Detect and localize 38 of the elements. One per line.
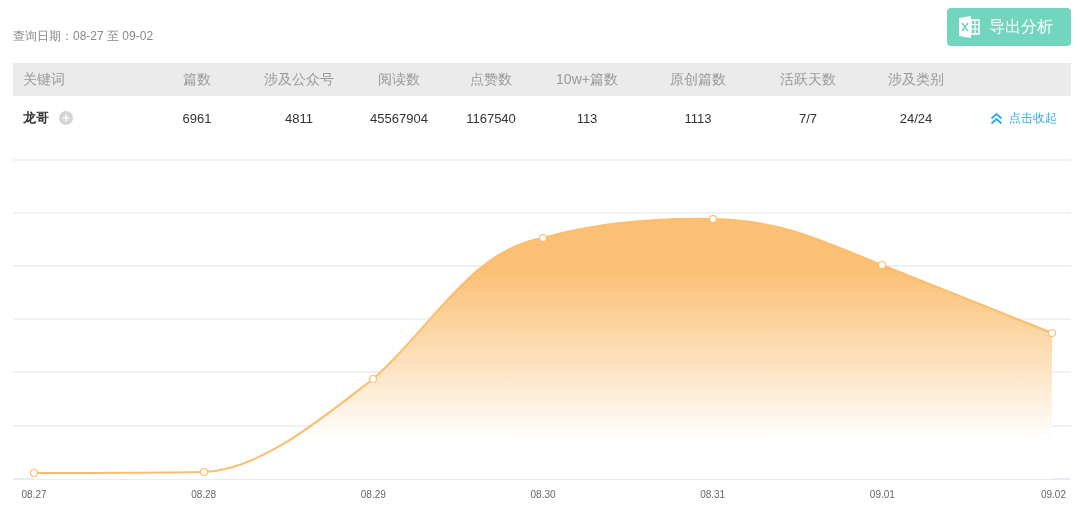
table-cell-text: 1113 [683, 110, 713, 126]
data-point [368, 374, 378, 384]
collapse-link[interactable]: 点击收起 [990, 109, 1057, 127]
query-date: 查询日期：08-27 至 09-02 [13, 28, 154, 45]
column-header: 阅读数 [377, 70, 421, 89]
data-point [29, 468, 39, 478]
axis-label: 09.01 [869, 489, 895, 500]
plus-circle-icon[interactable] [59, 111, 73, 125]
column-header: 点赞数 [469, 70, 513, 89]
column-header: 涉及类别 [887, 70, 945, 89]
column-header: 涉及公众号 [263, 70, 335, 89]
column-header: 篇数 [182, 70, 212, 89]
data-point [538, 233, 548, 243]
column-header: 原创篇数 [669, 70, 727, 89]
table-cell-text: 45567904 [369, 110, 429, 126]
table-cell-text: 4811 [284, 110, 314, 126]
axis-label: 09.02 [1040, 489, 1066, 500]
axis-label: 08.27 [21, 489, 47, 500]
data-point [708, 214, 718, 224]
keyword: 龙哥 [23, 109, 49, 127]
export-button[interactable]: 导出分析 [947, 8, 1071, 46]
table-cell-text: 1167540 [465, 110, 517, 126]
double-chevron-up-icon [990, 111, 1003, 125]
column-header: 关键词 [22, 70, 66, 89]
data-point [877, 260, 887, 270]
column-header: 10w+篇数 [555, 70, 619, 89]
table-cell-text: 6961 [181, 110, 213, 126]
spreadsheet-icon [957, 15, 981, 39]
column-header: 活跃天数 [779, 70, 837, 89]
axis-label: 08.30 [530, 489, 556, 500]
table-cell-text: 113 [575, 110, 599, 126]
table-cell-text: 7/7 [797, 110, 819, 126]
axis-label: 08.29 [360, 489, 386, 500]
axis-label: 08.31 [700, 489, 726, 500]
data-point [199, 467, 209, 477]
data-point [1047, 328, 1057, 338]
axis-label: 08.28 [191, 489, 217, 500]
table-cell-text: 24/24 [898, 110, 934, 126]
